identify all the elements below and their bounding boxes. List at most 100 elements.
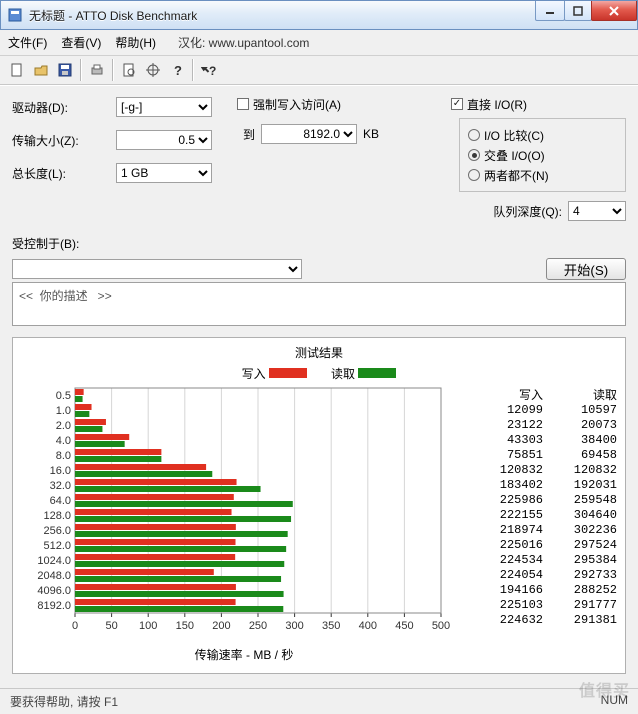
preview-icon[interactable]: [118, 59, 140, 81]
legend-write-swatch: [269, 368, 307, 378]
qd-select[interactable]: 4: [568, 201, 626, 221]
read-value: 20073: [543, 418, 617, 433]
help-icon[interactable]: ?: [166, 59, 188, 81]
write-value: 224632: [469, 613, 543, 628]
write-value: 218974: [469, 523, 543, 538]
minimize-button[interactable]: [535, 1, 565, 21]
write-value: 120832: [469, 463, 543, 478]
svg-text:0.5: 0.5: [56, 390, 71, 402]
data-row: 7585169458: [469, 448, 619, 463]
open-icon[interactable]: [30, 59, 52, 81]
svg-text:32.0: 32.0: [50, 480, 71, 492]
controlled-by-select[interactable]: [12, 259, 302, 279]
svg-text:250: 250: [249, 620, 267, 632]
drive-select[interactable]: [-g-]: [116, 97, 212, 117]
save-icon[interactable]: [54, 59, 76, 81]
svg-text:50: 50: [105, 620, 117, 632]
close-button[interactable]: [591, 1, 637, 21]
svg-text:0: 0: [72, 620, 78, 632]
svg-text:8192.0: 8192.0: [37, 600, 71, 612]
target-icon[interactable]: [142, 59, 164, 81]
write-value: 194166: [469, 583, 543, 598]
svg-text:4096.0: 4096.0: [37, 585, 71, 597]
write-value: 12099: [469, 403, 543, 418]
xfer-to-select[interactable]: 8192.0: [261, 124, 357, 144]
write-value: 225986: [469, 493, 543, 508]
print-icon[interactable]: [86, 59, 108, 81]
data-row: 120832120832: [469, 463, 619, 478]
status-num: NUM: [601, 693, 628, 710]
data-row: 222155304640: [469, 508, 619, 523]
svg-text:64.0: 64.0: [50, 495, 71, 507]
to-label: 到: [243, 126, 255, 143]
svg-text:2.0: 2.0: [56, 420, 71, 432]
svg-text:350: 350: [322, 620, 340, 632]
svg-text:2048.0: 2048.0: [37, 570, 71, 582]
xfer-from-select[interactable]: 0.5: [116, 130, 212, 150]
io-neither-radio[interactable]: [468, 169, 480, 181]
col-write-header: 写入: [469, 386, 543, 403]
data-row: 225103291777: [469, 598, 619, 613]
results-title: 测试结果: [19, 344, 619, 361]
kb-label: KB: [363, 127, 379, 141]
data-row: 225986259548: [469, 493, 619, 508]
data-row: 224534295384: [469, 553, 619, 568]
io-compare-label: I/O 比较(C): [484, 127, 544, 144]
direct-io-checkbox[interactable]: [451, 98, 463, 110]
io-overlap-radio[interactable]: [468, 149, 480, 161]
description-textarea[interactable]: [12, 282, 626, 326]
svg-text:1024.0: 1024.0: [37, 555, 71, 567]
read-value: 192031: [543, 478, 617, 493]
col-read-header: 读取: [543, 386, 617, 403]
read-value: 38400: [543, 433, 617, 448]
menu-help[interactable]: 帮助(H): [115, 34, 156, 51]
io-compare-radio[interactable]: [468, 129, 480, 141]
client-area: 驱动器(D): [-g-] 传输大小(Z): 0.5 总长度(L): 1 GB …: [0, 85, 638, 688]
menu-view[interactable]: 查看(V): [61, 34, 101, 51]
data-row: 225016297524: [469, 538, 619, 553]
legend: 写入 读取: [19, 365, 619, 382]
direct-io-label: 直接 I/O(R): [467, 96, 527, 113]
title-bar: 无标题 - ATTO Disk Benchmark: [0, 0, 638, 30]
read-value: 292733: [543, 568, 617, 583]
read-value: 302236: [543, 523, 617, 538]
separator: [80, 59, 82, 81]
maximize-button[interactable]: [564, 1, 592, 21]
context-help-icon[interactable]: ?: [198, 59, 220, 81]
svg-text:1.0: 1.0: [56, 405, 71, 417]
write-value: 183402: [469, 478, 543, 493]
menu-bar: 文件(F) 查看(V) 帮助(H) 汉化: www.upantool.com: [0, 30, 638, 56]
svg-text:400: 400: [359, 620, 377, 632]
svg-text:200: 200: [212, 620, 230, 632]
bar-chart: 0501001502002503003504004505000.51.02.04…: [19, 386, 451, 644]
new-icon[interactable]: [6, 59, 28, 81]
write-value: 225103: [469, 598, 543, 613]
write-value: 224534: [469, 553, 543, 568]
data-table: 写入 读取 1209910597231222007343303384007585…: [469, 386, 619, 663]
xfer-label: 传输大小(Z):: [12, 132, 116, 149]
svg-text:500: 500: [432, 620, 450, 632]
controlled-by-label: 受控制于(B):: [12, 235, 79, 252]
data-row: 218974302236: [469, 523, 619, 538]
separator: [112, 59, 114, 81]
write-value: 23122: [469, 418, 543, 433]
read-value: 288252: [543, 583, 617, 598]
force-write-checkbox[interactable]: [237, 98, 249, 110]
data-row: 2312220073: [469, 418, 619, 433]
window-title: 无标题 - ATTO Disk Benchmark: [29, 7, 536, 24]
data-row: 183402192031: [469, 478, 619, 493]
qd-label: 队列深度(Q):: [493, 203, 562, 220]
write-value: 75851: [469, 448, 543, 463]
write-value: 225016: [469, 538, 543, 553]
svg-text:128.0: 128.0: [43, 510, 71, 522]
read-value: 291381: [543, 613, 617, 628]
menu-file[interactable]: 文件(F): [8, 34, 47, 51]
data-row: 4330338400: [469, 433, 619, 448]
svg-text:150: 150: [176, 620, 194, 632]
separator: [192, 59, 194, 81]
length-select[interactable]: 1 GB: [116, 163, 212, 183]
read-value: 291777: [543, 598, 617, 613]
svg-text:300: 300: [285, 620, 303, 632]
start-button[interactable]: 开始(S): [546, 258, 626, 280]
svg-text:256.0: 256.0: [43, 525, 71, 537]
